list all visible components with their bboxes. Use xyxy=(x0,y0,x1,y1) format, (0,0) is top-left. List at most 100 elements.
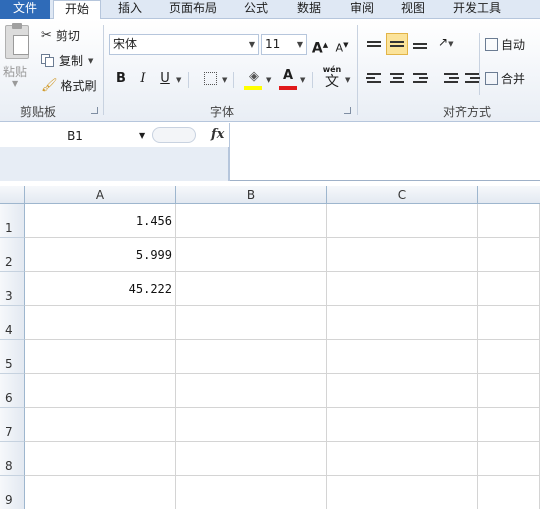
cell-a5[interactable] xyxy=(25,340,176,374)
wrap-text-button[interactable]: 自动 xyxy=(485,36,525,53)
decrease-font-size-icon[interactable]: A▼ xyxy=(332,35,352,55)
cell-d4[interactable] xyxy=(478,306,540,340)
tab-view[interactable]: 视图 xyxy=(395,0,431,19)
underline-button[interactable]: U xyxy=(155,69,175,89)
underline-dropdown-icon[interactable]: ▼ xyxy=(176,76,181,84)
cell-c9[interactable] xyxy=(327,476,478,509)
row-header[interactable]: 1 xyxy=(0,204,25,238)
cell-d3[interactable] xyxy=(478,272,540,306)
cell-c2[interactable] xyxy=(327,238,478,272)
tab-insert[interactable]: 插入 xyxy=(112,0,148,19)
paste-icon xyxy=(5,23,29,59)
merge-center-button[interactable]: 合并 xyxy=(485,70,525,87)
border-button[interactable] xyxy=(200,69,220,89)
align-left-button[interactable] xyxy=(363,67,385,89)
align-top-button[interactable] xyxy=(363,33,385,55)
row-header[interactable]: 7 xyxy=(0,408,25,442)
cell-c1[interactable] xyxy=(327,204,478,238)
cell-b7[interactable] xyxy=(176,408,327,442)
cell-c5[interactable] xyxy=(327,340,478,374)
cell-a1[interactable]: 1.456 xyxy=(25,204,176,238)
copy-dropdown-icon[interactable]: ▼ xyxy=(88,57,93,65)
font-dialog-launcher[interactable] xyxy=(344,107,351,114)
tab-formulas[interactable]: 公式 xyxy=(238,0,274,19)
phonetic-dropdown-icon[interactable]: ▼ xyxy=(345,76,350,84)
cell-a9[interactable] xyxy=(25,476,176,509)
border-dropdown-icon[interactable]: ▼ xyxy=(222,76,227,84)
cell-b9[interactable] xyxy=(176,476,327,509)
row-header[interactable]: 3 xyxy=(0,272,25,306)
increase-font-size-icon[interactable]: A▲ xyxy=(310,35,330,57)
orientation-button[interactable]: ↗▼ xyxy=(438,35,453,49)
increase-indent-button[interactable] xyxy=(461,67,483,89)
tab-data[interactable]: 数据 xyxy=(291,0,327,19)
tab-file[interactable]: 文件 xyxy=(0,0,50,19)
cell-d5[interactable] xyxy=(478,340,540,374)
cell-d9[interactable] xyxy=(478,476,540,509)
bold-button[interactable]: B xyxy=(111,69,131,89)
cell-c8[interactable] xyxy=(327,442,478,476)
italic-button[interactable]: I xyxy=(133,69,153,89)
column-header-b[interactable]: B xyxy=(176,186,327,204)
formula-input[interactable] xyxy=(229,123,540,181)
cell-d6[interactable] xyxy=(478,374,540,408)
cell-d2[interactable] xyxy=(478,238,540,272)
font-color-button[interactable]: A xyxy=(278,66,298,86)
cell-a3[interactable]: 45.222 xyxy=(25,272,176,306)
row-header[interactable]: 8 xyxy=(0,442,25,476)
tab-home[interactable]: 开始 xyxy=(53,0,101,20)
cell-b3[interactable] xyxy=(176,272,327,306)
clipboard-dialog-launcher[interactable] xyxy=(91,107,98,114)
cell-d7[interactable] xyxy=(478,408,540,442)
separator xyxy=(233,72,234,88)
cell-a4[interactable] xyxy=(25,306,176,340)
paste-button[interactable]: 粘贴 ▼ xyxy=(0,19,34,97)
cell-b5[interactable] xyxy=(176,340,327,374)
column-header-c[interactable]: C xyxy=(327,186,478,204)
tab-review[interactable]: 审阅 xyxy=(344,0,380,19)
cell-b8[interactable] xyxy=(176,442,327,476)
name-box[interactable]: B1 xyxy=(0,127,150,145)
align-bottom-icon xyxy=(413,43,427,45)
align-middle-button[interactable] xyxy=(386,33,408,55)
cell-d8[interactable] xyxy=(478,442,540,476)
cell-b4[interactable] xyxy=(176,306,327,340)
format-painter-button[interactable]: 🖌 格式刷 xyxy=(41,77,97,94)
cell-b2[interactable] xyxy=(176,238,327,272)
column-header-a[interactable]: A xyxy=(25,186,176,204)
row-header[interactable]: 5 xyxy=(0,340,25,374)
decrease-indent-button[interactable] xyxy=(440,67,462,89)
cell-c3[interactable] xyxy=(327,272,478,306)
cell-d1[interactable] xyxy=(478,204,540,238)
tab-page-layout[interactable]: 页面布局 xyxy=(163,0,223,19)
phonetic-guide-button[interactable]: wén 文 xyxy=(320,66,344,92)
formula-bar-resize-handle[interactable] xyxy=(152,127,196,143)
fill-color-button[interactable]: ◈ xyxy=(244,67,264,87)
cell-a6[interactable] xyxy=(25,374,176,408)
cut-button[interactable]: ✂ 剪切 xyxy=(41,27,80,44)
align-center-button[interactable] xyxy=(386,67,408,89)
cell-b6[interactable] xyxy=(176,374,327,408)
cell-c7[interactable] xyxy=(327,408,478,442)
cell-b1[interactable] xyxy=(176,204,327,238)
align-bottom-button[interactable] xyxy=(409,35,431,57)
cell-a7[interactable] xyxy=(25,408,176,442)
row-header[interactable]: 4 xyxy=(0,306,25,340)
cell-a2[interactable]: 5.999 xyxy=(25,238,176,272)
insert-function-icon[interactable]: fx xyxy=(211,127,224,143)
cell-c4[interactable] xyxy=(327,306,478,340)
font-name-combo[interactable]: 宋体 ▼ xyxy=(109,34,259,55)
font-color-dropdown-icon[interactable]: ▼ xyxy=(300,76,305,84)
row-header[interactable]: 9 xyxy=(0,476,25,509)
align-right-button[interactable] xyxy=(409,67,431,89)
select-all-corner[interactable] xyxy=(0,186,25,204)
row-header[interactable]: 6 xyxy=(0,374,25,408)
font-size-combo[interactable]: 11 ▼ xyxy=(261,34,307,55)
fill-color-dropdown-icon[interactable]: ▼ xyxy=(266,76,271,84)
cell-a8[interactable] xyxy=(25,442,176,476)
name-box-dropdown-icon[interactable]: ▼ xyxy=(139,127,145,145)
row-header[interactable]: 2 xyxy=(0,238,25,272)
cell-c6[interactable] xyxy=(327,374,478,408)
copy-button[interactable]: 复制 ▼ xyxy=(41,52,93,69)
tab-developer[interactable]: 开发工具 xyxy=(446,0,508,19)
